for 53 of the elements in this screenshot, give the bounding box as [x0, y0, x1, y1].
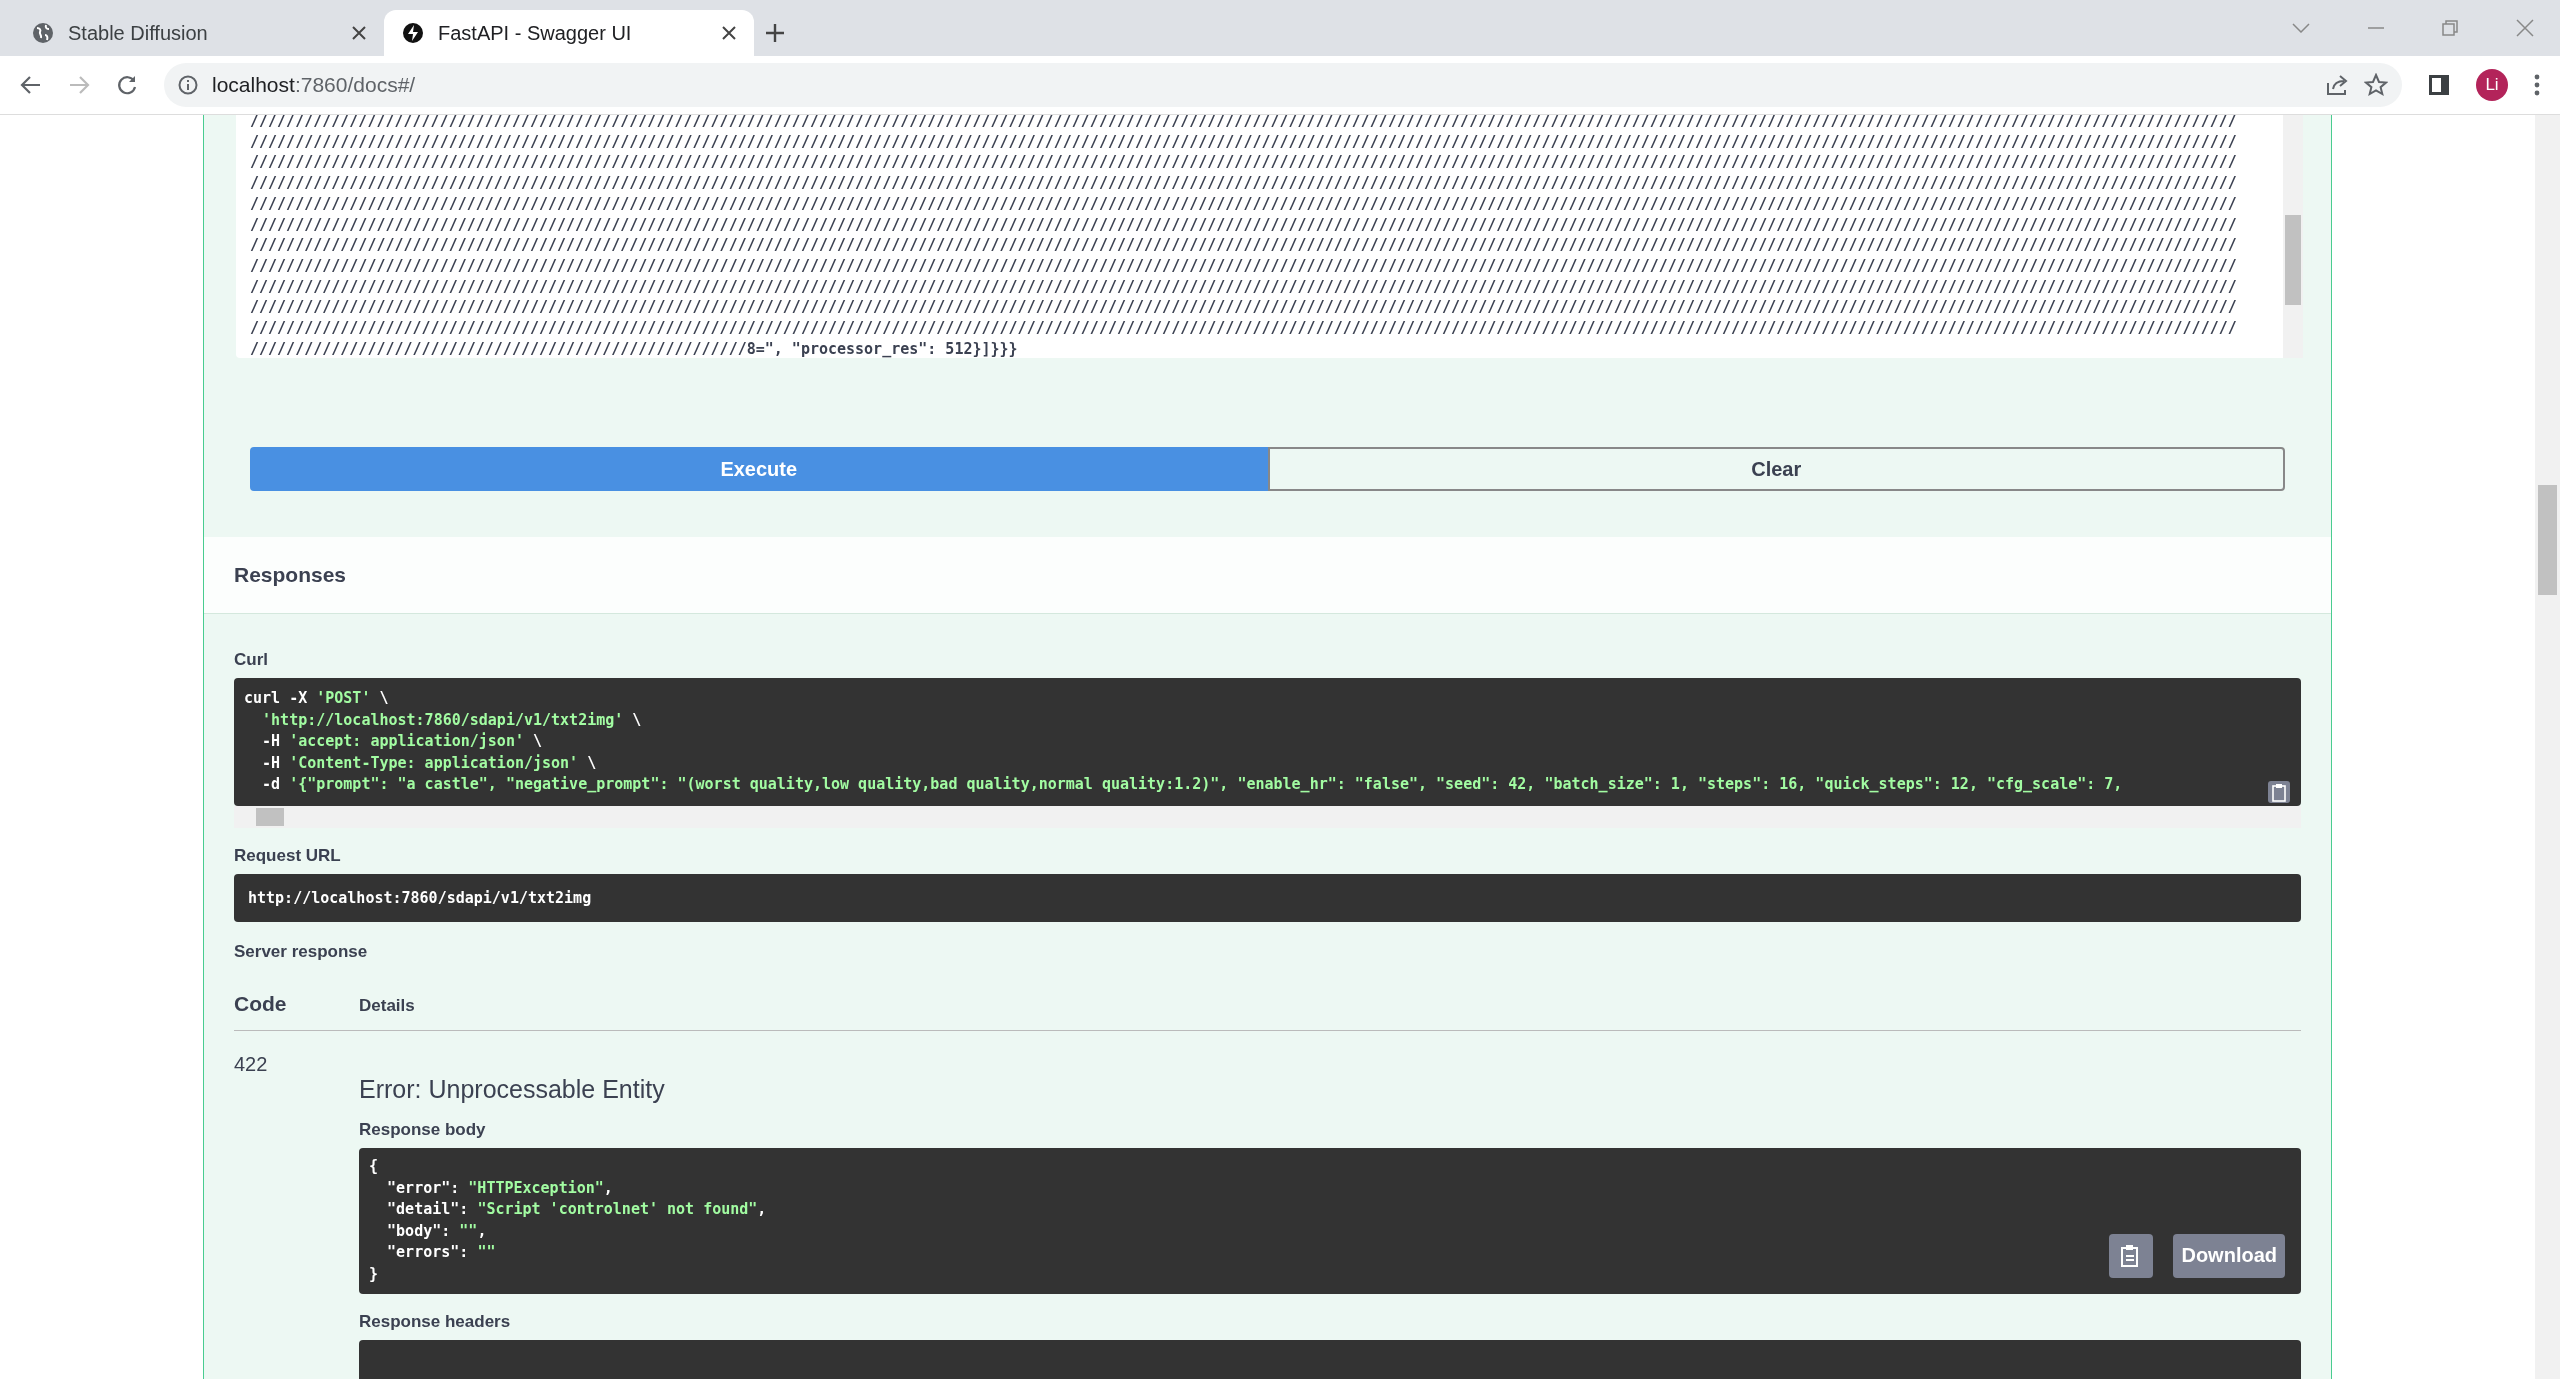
url-text: localhost:7860/docs#/: [212, 73, 416, 97]
code-line: ////////////////////////////////////////////////////////////////////////////////////////////////////////////////////////////////////////////////////////////////////////////////////////////////////////////////////////////: [250, 214, 2238, 236]
status-code: 422: [234, 1052, 268, 1075]
code-line: ////////////////////////////////////////////////////////////////////////////////////////////////////////////////////////////////////////////////////////////////////////////////////////////////////////////////////////////: [250, 235, 2238, 256]
bolt-icon: [402, 22, 424, 44]
request-body-field[interactable]: [236, 115, 2303, 358]
code-line: ///////////////////////////////////////////////////////8=", "processor_res": 512}]}}}: [250, 338, 1019, 358]
browser-tab[interactable]: FastAPI - Swagger UI: [384, 10, 754, 56]
share-icon[interactable]: [2326, 74, 2350, 96]
code-line: ////////////////////////////////////////////////////////////////////////////////////////////////////////////////////////////////////////////////////////////////////////////////////////////////////////////////////////////: [250, 173, 2238, 194]
column-header: Code: [234, 991, 288, 1016]
curl-label: Curl: [234, 650, 268, 670]
address-bar[interactable]: localhost:7860/docs#/: [164, 63, 2402, 107]
code-line: ////////////////////////////////////////////////////////////////////////////////////////////////////////////////////////////////////////////////////////////////////////////////////////////////////////////////////////////: [250, 318, 2238, 339]
code-line: ////////////////////////////////////////////////////////////////////////////////////////////////////////////////////////////////////////////////////////////////////////////////////////////////////////////////////////////: [250, 193, 2238, 215]
restore-icon[interactable]: [2442, 20, 2458, 36]
copy-button[interactable]: [2109, 1233, 2154, 1278]
code-line: ////////////////////////////////////////////////////////////////////////////////////////////////////////////////////////////////////////////////////////////////////////////////////////////////////////////////////////////: [250, 131, 2238, 153]
code-line: ////////////////////////////////////////////////////////////////////////////////////////////////////////////////////////////////////////////////////////////////////////////////////////////////////////////////////////////: [250, 297, 2238, 319]
code-line: ////////////////////////////////////////////////////////////////////////////////////////////////////////////////////////////////////////////////////////////////////////////////////////////////////////////////////////////: [250, 152, 2238, 174]
new-tab-icon[interactable]: [764, 22, 786, 44]
side-panel-icon[interactable]: [2428, 74, 2450, 96]
code-line: ////////////////////////////////////////////////////////////////////////////////////////////////////////////////////////////////////////////////////////////////////////////////////////////////////////////////////////////: [250, 276, 2238, 298]
clipboard-icon[interactable]: [2267, 779, 2291, 804]
error-message: Error: Unprocessable Entity: [359, 1074, 665, 1104]
response-body-label: Response body: [359, 1119, 486, 1140]
more-icon[interactable]: [2534, 74, 2540, 96]
responses-header: Responses: [204, 537, 2331, 614]
browser-tab[interactable]: Stable Diffusion: [14, 10, 384, 56]
curl-code-block: curl -X 'POST' \ 'http://localhost:7860/sdapi/v1/txt2img' \ -H 'accept: application/json' \ -H 'Content-Type: application/json' \ -d '{"prompt": "a castle", "negative_prompt": "(worst quality,low quality,bad quality,normal quality:1.2)", "enable_hr": "false", "seed": 42, "batch_size": 1, "steps": 16, "quick_steps": 12, "cfg_scale": 7,: [234, 678, 2301, 806]
info-icon[interactable]: [178, 75, 198, 95]
column-header: Details: [359, 995, 415, 1016]
code-line: ////////////////////////////////////////////////////////////////////////////////////////////////////////////////////////////////////////////////////////////////////////////////////////////////////////////////////////////: [250, 115, 2238, 132]
request-url-field: http://localhost:7860/sdapi/v1/txt2img: [234, 873, 2301, 922]
textarea-scrollbar[interactable]: [2283, 115, 2303, 358]
request-url-label: Request URL: [234, 845, 341, 866]
server-response-label: Server response: [234, 941, 368, 962]
page-scrollbar[interactable]: [2535, 115, 2560, 1379]
horizontal-scrollbar[interactable]: [234, 805, 2301, 828]
clear-button[interactable]: Clear: [1267, 447, 2285, 491]
close-icon[interactable]: [722, 26, 736, 40]
back-icon[interactable]: [20, 74, 42, 96]
download-button[interactable]: Download: [2173, 1233, 2285, 1278]
close-icon[interactable]: [352, 26, 366, 40]
globe-icon: [32, 22, 54, 44]
star-icon[interactable]: [2364, 73, 2388, 97]
response-headers-label: Response headers: [359, 1311, 511, 1332]
profile-avatar[interactable]: Li: [2476, 69, 2508, 101]
code-line: ////////////////////////////////////////////////////////////////////////////////////////////////////////////////////////////////////////////////////////////////////////////////////////////////////////////////////////////: [250, 255, 2238, 277]
chevron-down-icon[interactable]: [2292, 23, 2310, 33]
scrollbar-thumb[interactable]: [2285, 215, 2301, 305]
response-body-block: { "error": "HTTPException", "detail": "Script 'controlnet' not found", "body": "", "errors": "" } Download: [359, 1147, 2301, 1294]
reload-icon[interactable]: [116, 74, 138, 96]
